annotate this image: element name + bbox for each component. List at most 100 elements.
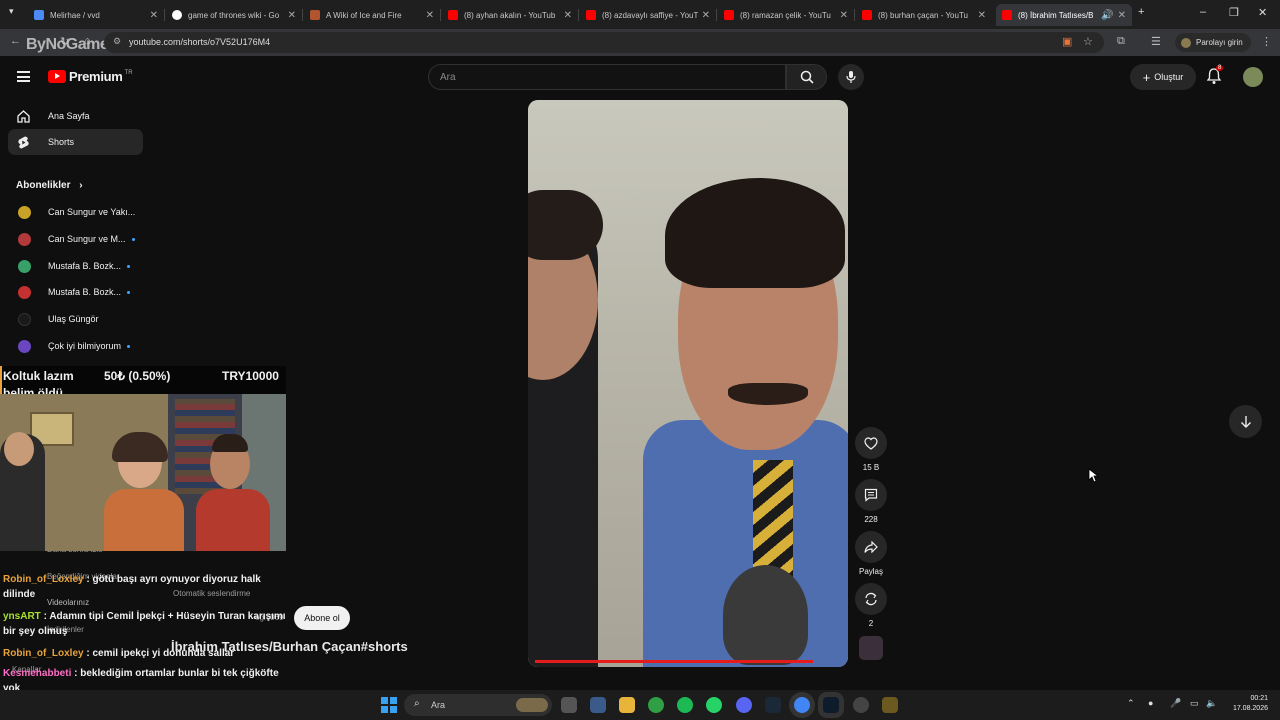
video-progress-bar[interactable]	[535, 660, 813, 663]
subscription-item[interactable]: Mustafa B. Bozk...	[18, 283, 131, 301]
discord-icon[interactable]	[736, 697, 752, 713]
subscribe-button[interactable]: Abone ol	[294, 606, 350, 630]
bookmark-star-icon[interactable]: ☆	[1083, 35, 1093, 48]
spotify-icon[interactable]	[677, 697, 693, 713]
close-tab-icon[interactable]: ✕	[288, 10, 296, 21]
create-button[interactable]: + Oluştur	[1130, 64, 1196, 90]
account-avatar[interactable]	[1243, 67, 1263, 87]
extensions-puzzle-icon[interactable]: ⧉	[1117, 35, 1125, 48]
channel-name: Mustafa B. Bozk...	[48, 287, 122, 297]
channel-avatar	[18, 312, 31, 326]
subscription-item[interactable]: Mustafa B. Bozk...	[18, 257, 131, 275]
minimize-icon[interactable]: –	[1200, 6, 1206, 18]
wiki-favicon-icon	[310, 10, 320, 20]
browser-tab[interactable]: (8) ramazan çelik - YouTu ✕	[718, 4, 854, 26]
app-icon[interactable]	[882, 697, 898, 713]
sidebar-item-home[interactable]: Ana Sayfa	[8, 103, 143, 129]
subscriptions-title: Abonelikler	[16, 180, 71, 191]
hamburger-menu-icon[interactable]	[17, 71, 30, 82]
whatsapp-icon[interactable]	[706, 697, 722, 713]
subscription-item[interactable]: Ulaş Güngör	[18, 310, 99, 328]
youtube-play-icon	[48, 70, 66, 83]
windows-start-icon[interactable]	[381, 697, 397, 713]
task-view-icon[interactable]	[561, 697, 577, 713]
extension-icon[interactable]: ▣	[1062, 35, 1072, 48]
youtube-premium-logo[interactable]: Premium TR	[48, 69, 133, 84]
browser-tab[interactable]: (8) burhan çaçan - YouTu ✕	[856, 4, 992, 26]
tray-chevron-icon[interactable]: ⌃	[1127, 698, 1135, 709]
voice-search-button[interactable]	[838, 64, 864, 90]
next-short-button[interactable]	[1229, 405, 1262, 438]
microphone-tray-icon[interactable]: 🎤	[1170, 698, 1181, 709]
comment-icon	[864, 488, 878, 502]
sidebar-item-shorts[interactable]: Shorts	[8, 129, 143, 155]
goal-progress-text: 50₺ (0.50%)	[104, 369, 171, 383]
browser-tab[interactable]: Melirhae / vvd ✕	[28, 4, 164, 26]
bynogame-watermark: ByNoGame	[26, 36, 109, 53]
youtube-favicon-icon	[1002, 10, 1012, 20]
tab-search-icon[interactable]: ▾	[9, 6, 14, 17]
search-button[interactable]	[786, 64, 827, 90]
comments-button[interactable]	[855, 479, 887, 511]
tab-title: (8) burhan çaçan - YouTu	[878, 10, 968, 20]
chevron-right-icon: ›	[79, 180, 83, 191]
browser-tab[interactable]: (8) azdavaylı saffiye - YouT ✕	[580, 4, 716, 26]
mouse-cursor-icon	[1088, 468, 1098, 483]
browser-tab[interactable]: (8) ayhan akalın - YouTub ✕	[442, 4, 578, 26]
new-content-dot	[127, 344, 131, 348]
streaming-app-icon[interactable]	[823, 697, 839, 713]
tray-app-icon[interactable]: ●	[1148, 698, 1153, 708]
close-tab-icon[interactable]: ✕	[426, 10, 434, 21]
volume-icon[interactable]: 🔈	[1206, 698, 1217, 709]
chrome-icon[interactable]	[648, 697, 664, 713]
back-icon[interactable]: ←	[10, 35, 21, 47]
close-tab-icon[interactable]: ✕	[840, 10, 848, 21]
snipping-tool-icon[interactable]	[590, 697, 606, 713]
display-icon[interactable]: ▭	[1190, 698, 1199, 709]
steam-icon[interactable]	[765, 697, 781, 713]
taskbar-search[interactable]: ⌕ Ara	[404, 694, 552, 716]
share-arrow-icon	[864, 541, 878, 553]
browser-tab-strip: Melirhae / vvd ✕ game of thrones wiki - …	[0, 0, 1280, 29]
tab-title: (8) ayhan akalın - YouTub	[464, 10, 556, 20]
speaker-icon[interactable]: 🔊	[1101, 10, 1113, 21]
browser-tab[interactable]: A Wiki of Ice and Fire ✕	[304, 4, 440, 26]
tab-favicon-icon	[34, 10, 44, 20]
file-explorer-icon[interactable]	[619, 697, 635, 713]
microphone-shape	[723, 565, 808, 665]
short-title[interactable]: İbrahim Tatlıses/Burhan Çaçan#shorts	[171, 639, 408, 654]
subscription-item[interactable]: Can Sungur ve Yakı...	[18, 203, 135, 221]
share-button[interactable]	[855, 531, 887, 563]
password-button[interactable]: Parolayı girin	[1175, 33, 1251, 52]
url-text[interactable]: youtube.com/shorts/o7V52U176M4	[129, 37, 270, 47]
media-control-icon[interactable]: ☰	[1151, 35, 1161, 48]
like-button[interactable]	[855, 427, 887, 459]
search-input[interactable]: Ara	[428, 64, 786, 90]
close-window-icon[interactable]: ✕	[1258, 6, 1267, 19]
browser-tab-active[interactable]: (8) İbrahim Tatlıses/B 🔊 ✕	[996, 4, 1132, 26]
subscription-item[interactable]: Çok iyi bilmiyorum	[18, 337, 131, 355]
site-info-icon[interactable]: ⚙	[113, 36, 121, 47]
maximize-icon[interactable]: ❐	[1229, 6, 1239, 19]
new-tab-icon[interactable]: +	[1138, 6, 1144, 18]
close-tab-icon[interactable]: ✕	[564, 10, 572, 21]
search-placeholder: Ara	[440, 72, 456, 83]
close-tab-icon[interactable]: ✕	[978, 10, 986, 21]
address-bar[interactable]: ⚙ youtube.com/shorts/o7V52U176M4	[104, 32, 1104, 53]
remix-button[interactable]	[855, 583, 887, 615]
browser-tab[interactable]: game of thrones wiki - Go ✕	[166, 4, 302, 26]
subscription-item[interactable]: Can Sungur ve M...	[18, 230, 135, 248]
sound-thumbnail[interactable]	[859, 636, 883, 660]
shorts-video-player[interactable]	[528, 100, 848, 667]
close-tab-icon[interactable]: ✕	[1118, 10, 1126, 21]
taskbar-clock[interactable]: 00:21 17.08.2026	[1222, 694, 1268, 714]
obs-icon[interactable]	[853, 697, 869, 713]
close-tab-icon[interactable]: ✕	[702, 10, 710, 21]
close-tab-icon[interactable]: ✕	[150, 10, 158, 21]
chrome-active-icon[interactable]	[794, 697, 810, 713]
subscriptions-heading[interactable]: Abonelikler ›	[16, 180, 83, 191]
windows-taskbar: ⌕ Ara ⌃ ● 🎤 ▭ 🔈 00:21 17.08.2026	[0, 690, 1280, 720]
profile-avatar-icon	[1181, 37, 1191, 48]
menu-dots-icon[interactable]: ⋮	[1261, 35, 1272, 48]
create-label: Oluştur	[1154, 72, 1184, 82]
